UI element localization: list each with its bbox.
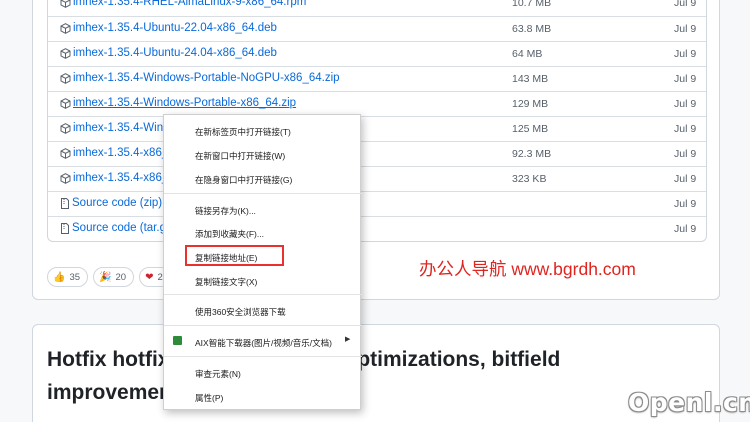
file-zip-icon [60,222,70,234]
asset-link[interactable]: imhex-1.35.4-Windo [60,122,176,134]
reaction-button[interactable]: 👍 35 [47,267,89,287]
ai-download-icon [173,336,182,345]
package-icon [60,122,71,134]
menu-item-label: 属性(P) [195,393,224,403]
package-icon [60,47,71,59]
asset-size: 63.8 MB [512,23,552,35]
asset-name: imhex-1.35.4-RHEL-AlmaLinux-9-x86_64.rpm [73,0,307,8]
browser-viewport: imhex-1.35.4-RHEL-AlmaLinux-9-x86_64.rpm… [0,0,750,422]
asset-link[interactable]: imhex-1.35.4-RHEL-AlmaLinux-9-x86_64.rpm [60,0,306,8]
asset-name: imhex-1.35.4-Windo [73,122,176,134]
context-menu-item[interactable]: 添加到收藏夹(F)... [164,222,362,242]
reaction-count: 35 [69,271,81,283]
asset-row: imhex-1.35.4-x86_64 92.3 MB Jul 9 [48,141,706,166]
asset-name: imhex-1.35.4-Windows-Portable-x86_64.zip [73,97,297,109]
site-watermark: 办公人导航 www.bgrdh.com [419,259,636,279]
asset-date: Jul 9 [674,0,697,9]
asset-size: 125 MB [512,123,549,135]
menu-item-label: 在新标签页中打开链接(T) [195,127,291,137]
asset-row: imhex-1.35.4-Windo 125 MB Jul 9 [48,116,706,141]
asset-row: imhex-1.35.4-Windows-Portable-x86_64.zip… [48,91,706,116]
asset-name: imhex-1.35.4-Ubuntu-22.04-x86_64.deb [73,22,277,34]
asset-size: 10.7 MB [512,0,552,9]
context-menu-item[interactable]: 审查元素(N) [164,362,362,382]
menu-item-label: 审查元素(N) [195,369,241,379]
asset-date: Jul 9 [674,123,697,135]
menu-separator [164,294,362,295]
menu-separator [164,356,362,357]
asset-row: imhex-1.35.4-Ubuntu-22.04-x86_64.deb 63.8… [48,16,706,41]
asset-size: 143 MB [512,73,549,85]
context-menu-item[interactable]: 在新窗口中打开链接(W) [164,144,362,164]
hotfix-release-title[interactable]: Hotfix hotfix rendering speed optimizati… [47,343,687,409]
asset-size: 129 MB [512,98,549,110]
menu-separator [164,193,362,194]
context-menu-item[interactable]: AIX智能下载器(图片/视频/音乐/文档) ▶ [164,331,362,351]
reaction-emoji-icon: 👍 [53,271,66,283]
asset-name: imhex-1.35.4-Windows-Portable-NoGPU-x86_… [73,72,340,84]
asset-name: Source code (tar.gz) [72,222,176,234]
package-icon [60,0,71,8]
assets-list: imhex-1.35.4-RHEL-AlmaLinux-9-x86_64.rpm… [47,0,707,242]
file-zip-icon [60,197,70,209]
context-menu-item[interactable]: 在隐身窗口中打开链接(G) [164,168,362,188]
asset-size: 92.3 MB [512,148,552,160]
submenu-arrow-icon: ▶ [345,336,351,343]
reaction-emoji-icon: ❤ [145,271,154,283]
menu-item-label: 复制链接文字(X) [195,277,258,287]
menu-item-label: 添加到收藏夹(F)... [195,229,264,239]
asset-size: 64 MB [512,48,543,60]
reaction-emoji-icon: 🎉 [99,271,112,283]
asset-date: Jul 9 [674,148,697,160]
asset-date: Jul 9 [674,223,697,235]
asset-link[interactable]: imhex-1.35.4-Ubuntu-22.04-x86_64.deb [60,22,277,34]
logo-watermark: Openl.cn [628,388,750,417]
asset-date: Jul 9 [674,48,697,60]
menu-item-label: AIX智能下载器(图片/视频/音乐/文档) [195,338,332,348]
context-menu-item[interactable]: 复制链接文字(X) [164,270,362,290]
menu-item-label: 在新窗口中打开链接(W) [195,151,286,161]
reaction-button[interactable]: 🎉 20 [93,267,135,287]
highlight-annotation-box [185,245,284,266]
menu-item-label: 在隐身窗口中打开链接(G) [195,175,293,185]
asset-link[interactable]: Source code (zip) [60,197,162,209]
asset-row: Source code (tar.gz) Jul 9 [48,216,706,241]
menu-item-label: 使用360安全浏览器下载 [195,307,286,317]
asset-date: Jul 9 [674,98,697,110]
asset-link[interactable]: imhex-1.35.4-Windows-Portable-NoGPU-x86_… [60,72,340,84]
reaction-count: 20 [115,271,127,283]
asset-link[interactable]: imhex-1.35.4-Ubuntu-24.04-x86_64.deb [60,47,277,59]
package-icon [60,22,71,34]
context-menu-item[interactable]: 链接另存为(K)... [164,199,362,219]
asset-date: Jul 9 [674,23,697,35]
asset-row: Source code (zip) Jul 9 [48,191,706,216]
asset-link[interactable]: imhex-1.35.4-Windows-Portable-x86_64.zip [60,97,296,109]
asset-name: Source code (zip) [72,197,163,209]
asset-row: imhex-1.35.4-x86_64 323 KB Jul 9 [48,166,706,191]
context-menu-item[interactable]: 属性(P) [164,386,362,406]
asset-link[interactable]: Source code (tar.gz) [60,222,176,234]
context-menu-item[interactable]: 在新标签页中打开链接(T) [164,120,362,140]
asset-date: Jul 9 [674,73,697,85]
asset-row: imhex-1.35.4-RHEL-AlmaLinux-9-x86_64.rpm… [48,0,706,16]
asset-size: 323 KB [512,173,547,185]
context-menu-item[interactable]: 使用360安全浏览器下载 [164,300,362,320]
asset-date: Jul 9 [674,198,697,210]
package-icon [60,72,71,84]
menu-separator [164,325,362,326]
package-icon [60,172,71,184]
release-card: imhex-1.35.4-RHEL-AlmaLinux-9-x86_64.rpm… [32,0,720,300]
asset-date: Jul 9 [674,173,697,185]
hotfix-release-card: Hotfix hotfix rendering speed optimizati… [32,324,720,422]
asset-name: imhex-1.35.4-Ubuntu-24.04-x86_64.deb [73,47,277,59]
asset-row: imhex-1.35.4-Ubuntu-24.04-x86_64.deb 64 M… [48,41,706,66]
menu-item-label: 链接另存为(K)... [195,206,256,216]
reactions-bar: 👍35🎉20❤20 [47,267,177,287]
package-icon [60,97,71,109]
asset-row: imhex-1.35.4-Windows-Portable-NoGPU-x86_… [48,66,706,91]
package-icon [60,147,71,159]
